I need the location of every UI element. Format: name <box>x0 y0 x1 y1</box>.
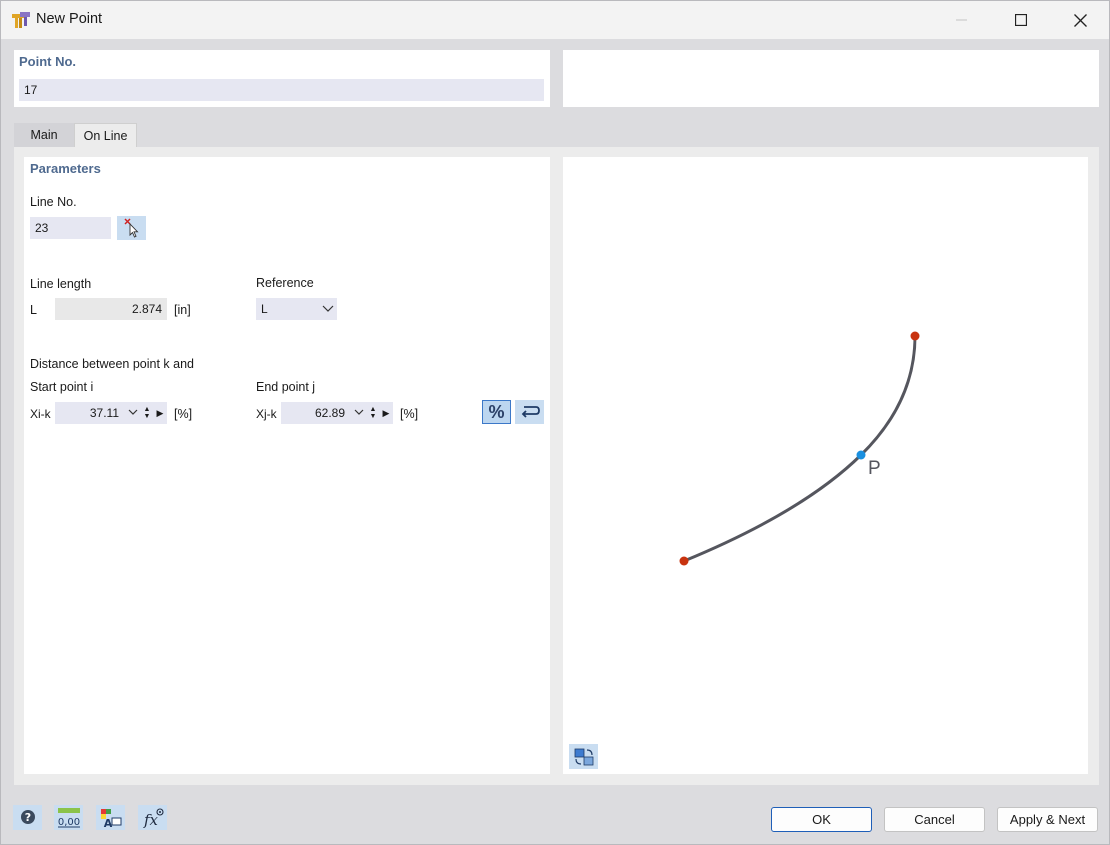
start-point-label: Start point i <box>30 380 94 394</box>
reference-select[interactable]: L <box>256 298 337 320</box>
start-distance-spinner[interactable]: 37.11 ▲ ▼ ▶ <box>55 402 167 424</box>
tab-on-line[interactable]: On Line <box>74 123 137 147</box>
end-node <box>910 331 920 341</box>
end-symbol: Xj-k <box>256 407 277 421</box>
ok-button[interactable]: OK <box>771 807 872 832</box>
line-curve <box>683 335 917 563</box>
app-icon <box>12 12 30 28</box>
title-bar: New Point <box>1 1 1109 39</box>
svg-text:?: ? <box>24 811 30 824</box>
apply-next-button[interactable]: Apply & Next <box>997 807 1098 832</box>
view-rotate-icon <box>574 748 593 765</box>
help-button[interactable]: ? <box>13 805 42 830</box>
line-preview-graphic <box>679 331 920 566</box>
distance-label: Distance between point k and <box>30 357 194 371</box>
start-node <box>679 556 689 566</box>
up-down-arrows-icon[interactable]: ▲ ▼ <box>141 406 153 420</box>
close-button[interactable] <box>1051 1 1109 39</box>
maximize-icon <box>1015 14 1027 26</box>
start-symbol: Xi-k <box>30 407 51 421</box>
window-title: New Point <box>36 11 103 27</box>
start-unit: [%] <box>174 407 193 421</box>
length-symbol: L <box>30 303 37 317</box>
line-length-label: Line length <box>30 277 92 291</box>
chevron-down-icon[interactable] <box>351 409 367 417</box>
preview-view-button[interactable] <box>569 744 598 769</box>
dialog-window: New Point Point No. 17 Main On Line Para… <box>0 0 1110 845</box>
length-unit: [in] <box>174 303 191 317</box>
end-point-label: End point j <box>256 380 316 394</box>
display-settings-button[interactable]: A <box>96 805 125 830</box>
line-length-value: 2.874 <box>55 298 167 320</box>
reference-label: Reference <box>256 276 314 290</box>
parameters-panel: Parameters Line No. 23 Line length L 2.8… <box>24 157 550 774</box>
end-distance-value: 62.89 <box>314 406 345 420</box>
play-arrow-icon[interactable]: ▶ <box>153 408 167 419</box>
chevron-down-icon[interactable] <box>125 409 141 417</box>
point-p-label: P <box>868 458 881 479</box>
maximize-button[interactable] <box>992 1 1050 39</box>
minimize-button[interactable] <box>933 1 991 39</box>
return-arrow-icon <box>521 406 540 418</box>
help-icon: ? <box>20 809 35 824</box>
point-no-input[interactable]: 17 <box>19 79 544 101</box>
line-no-input[interactable]: 23 <box>30 217 111 239</box>
end-distance-spinner[interactable]: 62.89 ▲ ▼ ▶ <box>281 402 393 424</box>
formula-fx-icon: fx <box>142 807 164 829</box>
point-p-node <box>856 450 866 460</box>
up-down-arrows-icon[interactable]: ▲ ▼ <box>367 406 379 420</box>
cancel-button[interactable]: Cancel <box>884 807 985 832</box>
svg-text:fx: fx <box>142 811 158 829</box>
point-no-label: Point No. <box>19 54 77 69</box>
preview-panel: P <box>563 157 1088 774</box>
reference-value: L <box>261 302 268 316</box>
formula-button[interactable]: fx <box>138 805 167 830</box>
units-button[interactable]: 0,00 <box>54 805 83 830</box>
percent-toggle-button[interactable]: % <box>482 400 511 424</box>
close-icon <box>1073 13 1087 27</box>
svg-text:A: A <box>103 817 112 829</box>
color-text-icon: A <box>100 808 121 829</box>
svg-text:0,00: 0,00 <box>57 817 79 828</box>
pick-line-button[interactable] <box>117 216 146 240</box>
reverse-direction-button[interactable] <box>515 400 544 424</box>
tab-main[interactable]: Main <box>14 123 74 147</box>
numeric-format-icon: 0,00 <box>57 807 80 828</box>
end-unit: [%] <box>400 407 419 421</box>
line-no-label: Line No. <box>30 195 77 209</box>
point-no-panel: Point No. 17 <box>14 50 550 107</box>
play-arrow-icon[interactable]: ▶ <box>379 408 393 419</box>
start-distance-value: 37.11 <box>89 406 119 420</box>
pick-cursor-icon <box>123 218 139 238</box>
comment-panel <box>563 50 1099 107</box>
minimize-icon <box>956 19 967 21</box>
parameters-heading: Parameters <box>30 161 101 176</box>
chevron-down-icon <box>322 305 334 312</box>
